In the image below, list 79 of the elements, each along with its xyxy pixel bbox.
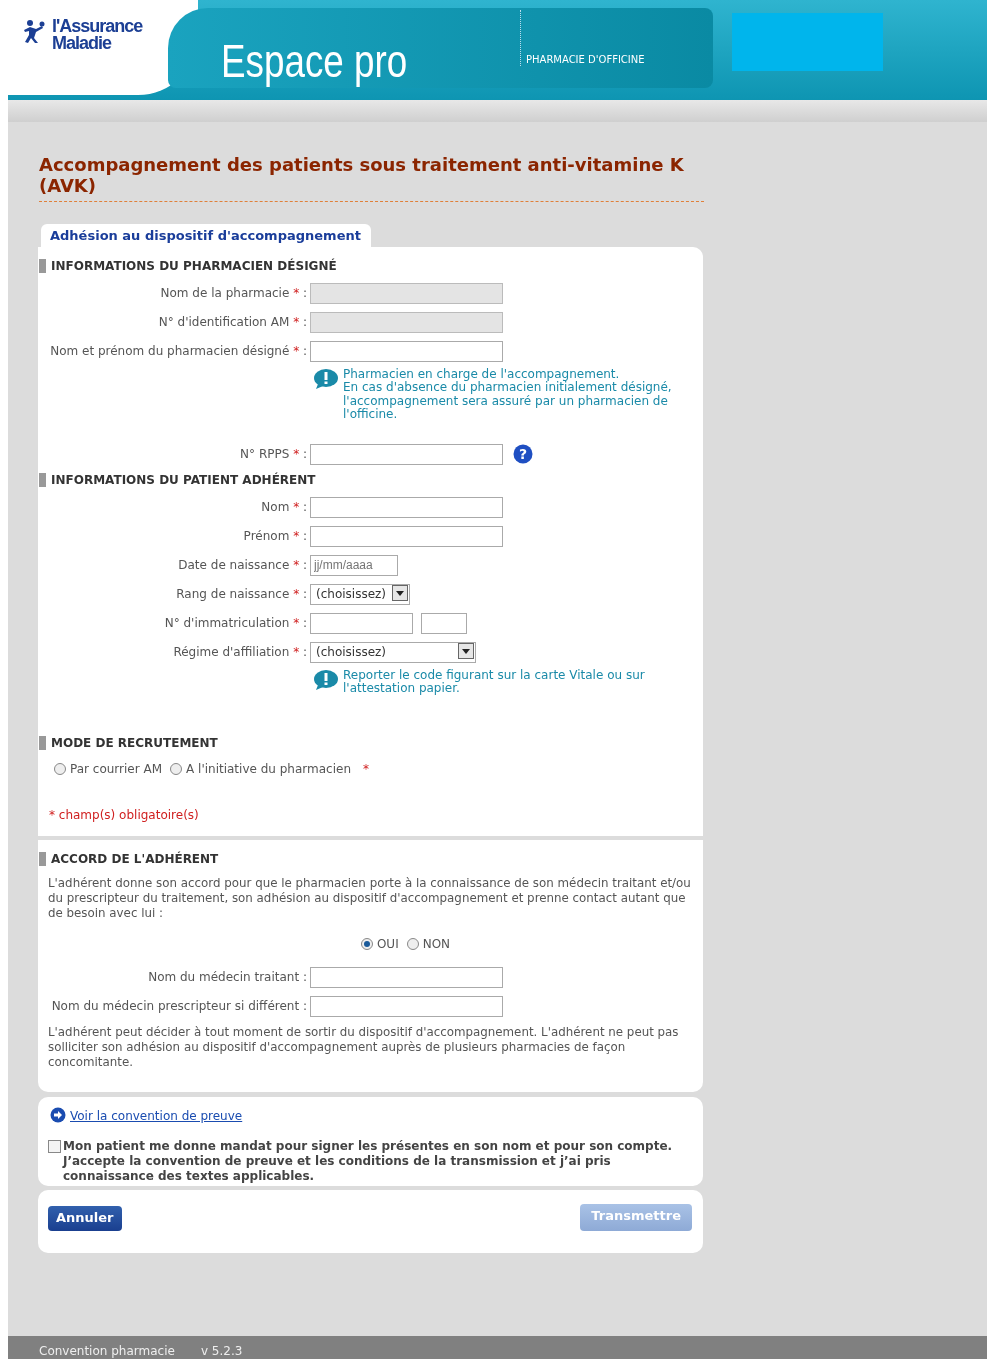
radio-button[interactable] <box>170 762 183 775</box>
radio-label[interactable]: OUI <box>376 934 399 953</box>
section-heading: ACCORD DE L'ADHÉRENT <box>39 851 703 866</box>
field-label: Nom <box>261 500 291 514</box>
arrow-circle-icon[interactable] <box>50 1106 66 1123</box>
radio-button[interactable] <box>406 937 419 950</box>
field-label: N° RPPS <box>240 447 291 461</box>
required-mark: * <box>293 558 300 572</box>
section-heading: INFORMATIONS DU PHARMACIEN DÉSIGNÉ <box>39 258 703 273</box>
text-field[interactable] <box>310 966 503 988</box>
text-field[interactable] <box>310 995 503 1017</box>
radio-button[interactable] <box>54 762 66 775</box>
field-label: Date de naissance <box>178 558 291 572</box>
info-text: Pharmacien en charge de l'accompagnement. <box>343 367 621 381</box>
text-field[interactable] <box>310 443 503 465</box>
label-colon: : <box>301 286 307 300</box>
field-label: Prénom <box>243 529 291 543</box>
paragraph: L'adhérent peut décider à tout moment de sortir du dispositif d'accompagnement. L'adhérent ne peut pas solliciter son adhésion au dispositif d'accompagnement auprès de plusieurs pharmacies de façon concomitante. <box>47 1024 680 1070</box>
label-colon: : <box>301 645 307 659</box>
date-field[interactable]: jj/mm/aaaa <box>310 554 398 576</box>
help-icon[interactable]: ? <box>513 443 533 464</box>
version-text: v 5.2.3 <box>200 1343 243 1359</box>
text-field[interactable] <box>310 340 503 362</box>
label-colon: : <box>301 587 307 601</box>
field-label: N° d'identification AM <box>158 315 291 329</box>
paragraph: L'adhérent donne son accord pour que le pharmacien porte à la connaissance de son médecin traitant et/ou du prescripteur du traitement, son adhésion au dispositif d'accompagnement et prenne contact autant que de besoin avec lui : <box>47 875 692 921</box>
field-label: Nom et prénom du pharmacien désigné <box>50 344 291 358</box>
required-mark: * <box>293 447 300 461</box>
field-label: Nom du médecin traitant <box>148 970 301 984</box>
required-mark: * <box>293 616 300 630</box>
field-label: Nom du médecin prescripteur si différent <box>51 999 301 1013</box>
radio-label[interactable]: A l'initiative du pharmacien <box>186 759 351 778</box>
required-mark: * <box>363 760 369 778</box>
dropdown[interactable]: (choisissez) <box>310 583 410 605</box>
label-colon: : <box>301 447 307 461</box>
required-mark: * <box>293 344 300 358</box>
field-label: Régime d'affiliation <box>173 645 291 659</box>
radio-button[interactable] <box>360 937 373 950</box>
section-label: PHARMACIE D'OFFICINE <box>526 54 645 65</box>
required-mark: * <box>293 529 300 543</box>
logo-text: l'Assurance <box>52 18 143 35</box>
required-mark: * <box>293 315 300 329</box>
form-tab[interactable]: Adhésion au dispositif d'accompagnement <box>41 224 371 247</box>
radio-label[interactable]: Par courrier AM <box>70 759 163 778</box>
required-note: * champ(s) obligatoire(s) <box>49 807 199 822</box>
convention-link[interactable]: Voir la convention de preuve <box>70 1106 243 1125</box>
label-colon: : <box>301 529 307 543</box>
checkbox[interactable] <box>48 1139 61 1153</box>
required-mark: * <box>293 286 300 300</box>
label-colon: : <box>302 999 307 1013</box>
info-icon <box>313 668 339 691</box>
page-title: Accompagnement des patients sous traitement anti-vitamine K (AVK) <box>39 154 685 196</box>
info-icon <box>313 367 339 390</box>
label-colon: : <box>301 558 307 572</box>
label-colon: : <box>301 344 307 358</box>
text-field[interactable] <box>310 612 413 634</box>
field-label: N° d'immatriculation <box>164 616 291 630</box>
section-heading: INFORMATIONS DU PATIENT ADHÉRENT <box>39 472 703 487</box>
field-label: Rang de naissance <box>176 587 291 601</box>
field-label: Nom de la pharmacie <box>160 286 291 300</box>
label-colon: : <box>301 616 307 630</box>
app-name: Convention pharmacie <box>39 1343 175 1359</box>
info-text: Reporter le code figurant sur la carte Vitale ou sur l'attestation papier. <box>343 668 646 696</box>
radio-label[interactable]: NON <box>422 934 451 953</box>
required-mark: * <box>293 500 300 514</box>
required-mark: * <box>293 645 300 659</box>
label-colon: : <box>302 970 307 984</box>
text-field[interactable] <box>310 496 503 518</box>
section-heading: MODE DE RECRUTEMENT <box>39 735 703 750</box>
text-field[interactable] <box>421 612 467 634</box>
logo-text: Maladie <box>52 35 113 52</box>
required-mark: * <box>293 587 300 601</box>
label-colon: : <box>301 500 307 514</box>
text-field[interactable] <box>310 525 503 547</box>
cancel-button[interactable]: Annuler <box>48 1205 122 1231</box>
mandate-text: Mon patient me donne mandat pour signer les présentes en son nom et pour son compte. J’accepte la convention de preuve et les conditions de la transmission et j’ai pris connaissance des textes applicables. <box>63 1138 674 1184</box>
label-colon: : <box>301 315 307 329</box>
info-text: En cas d'absence du pharmacien initialement désigné, l'accompagnement sera assuré par un pharmacien de l'officine. <box>343 381 673 422</box>
dropdown[interactable]: (choisissez) <box>310 641 476 663</box>
